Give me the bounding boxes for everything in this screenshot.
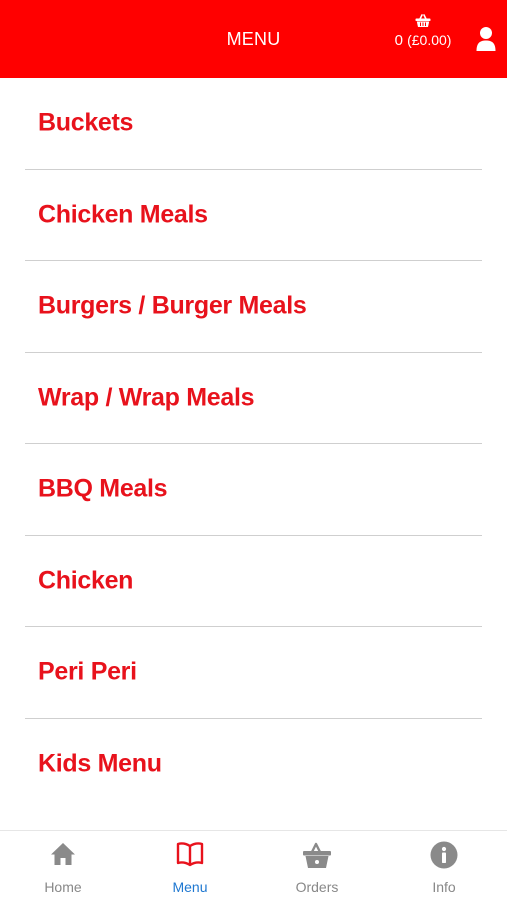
cart-count: 0: [394, 32, 403, 49]
menu-category-list: Buckets Chicken Meals Burgers / Burger M…: [0, 78, 507, 809]
menu-category-label: Wrap / Wrap Meals: [38, 383, 255, 412]
menu-category-chicken[interactable]: Chicken: [25, 536, 482, 627]
menu-category-label: Chicken: [38, 566, 134, 595]
menu-category-label: Peri Peri: [38, 657, 137, 686]
menu-category-burgers[interactable]: Burgers / Burger Meals: [25, 261, 482, 353]
tab-info[interactable]: Info: [381, 831, 507, 901]
cart-total: (£0.00): [407, 32, 452, 48]
menu-category-kids-menu[interactable]: Kids Menu: [25, 719, 482, 810]
basket-icon: [415, 14, 431, 27]
menu-category-label: BBQ Meals: [38, 474, 168, 503]
tab-menu[interactable]: Menu: [127, 831, 253, 901]
menu-category-buckets[interactable]: Buckets: [25, 78, 482, 170]
menu-category-label: Kids Menu: [38, 749, 162, 778]
tab-label: Orders: [295, 879, 339, 895]
tab-orders[interactable]: Orders: [254, 831, 380, 901]
top-header: MENU 0 (£0.00): [0, 0, 507, 78]
menu-category-label: Chicken Meals: [38, 200, 208, 229]
menu-category-wraps[interactable]: Wrap / Wrap Meals: [25, 353, 482, 444]
menu-category-peri-peri[interactable]: Peri Peri: [25, 627, 482, 719]
tab-label: Home: [44, 879, 82, 895]
user-account-button[interactable]: [476, 26, 498, 52]
tab-label: Menu: [172, 879, 208, 895]
menu-category-label: Burgers / Burger Meals: [38, 291, 307, 320]
home-icon: [51, 843, 75, 865]
menu-category-chicken-meals[interactable]: Chicken Meals: [25, 170, 482, 261]
bottom-tab-bar: Home Menu Orders Info: [0, 830, 507, 900]
info-icon: [430, 841, 458, 869]
basket-icon: [303, 842, 331, 868]
book-icon: [176, 842, 204, 867]
cart-summary: 0 (£0.00): [388, 32, 458, 49]
menu-category-bbq-meals[interactable]: BBQ Meals: [25, 444, 482, 536]
tab-home[interactable]: Home: [0, 831, 126, 901]
menu-category-label: Buckets: [38, 108, 134, 137]
tab-label: Info: [432, 879, 456, 895]
cart-button[interactable]: 0 (£0.00): [388, 14, 458, 49]
user-icon: [476, 27, 496, 51]
